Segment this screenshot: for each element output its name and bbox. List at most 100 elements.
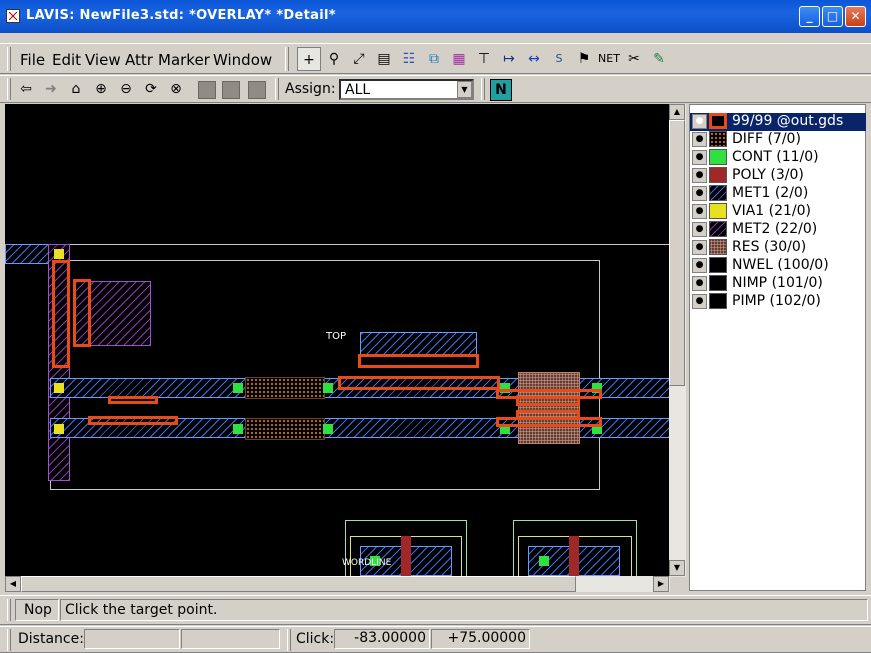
home-icon[interactable]: ⌂ xyxy=(64,77,88,101)
nav-toolbar-row: ⇦ ➜ ⌂ ⊕ ⊖ ⟳ ⊗ Assign: ALL ▼ N xyxy=(0,75,871,103)
menu-edit[interactable]: Edit xyxy=(52,51,81,69)
menu-attr[interactable]: Attr xyxy=(125,51,153,69)
diff-region-upper xyxy=(245,377,325,399)
layer-view-1-icon[interactable] xyxy=(198,81,216,99)
menu-file[interactable]: File xyxy=(20,51,45,69)
visibility-toggle-icon[interactable]: ● xyxy=(692,132,707,147)
toolbar-grip xyxy=(285,47,289,71)
layer-label: DIFF (7/0) xyxy=(732,131,801,147)
scroll-down-icon[interactable]: ▼ xyxy=(669,560,685,576)
layer-label: RES (30/0) xyxy=(732,239,807,255)
layer-label: NWEL (100/0) xyxy=(732,257,829,273)
layer-row[interactable]: ● 99/99 @out.gds xyxy=(690,113,866,131)
property-tool-icon[interactable]: ▦ xyxy=(447,47,471,71)
menu-view[interactable]: View xyxy=(85,51,121,69)
snap-tool-icon[interactable]: S xyxy=(547,47,571,71)
probe-tool-icon[interactable]: ⊤ xyxy=(472,47,496,71)
copy-tool-icon[interactable]: ⧉ xyxy=(422,47,446,71)
distance-label: Distance: xyxy=(18,631,84,647)
visibility-toggle-icon[interactable]: ● xyxy=(692,168,707,183)
zoom-tool-icon[interactable]: ⚲ xyxy=(322,47,346,71)
layer-row[interactable]: ● MET1 (2/0) xyxy=(690,185,866,203)
layer-label: POLY (3/0) xyxy=(732,167,804,183)
contact xyxy=(323,383,333,393)
layer-view-2-icon[interactable] xyxy=(222,81,240,99)
click-y-value: +75.00000 xyxy=(431,629,530,649)
flag-tool-icon[interactable]: ⚑ xyxy=(572,47,596,71)
zoom-in-icon[interactable]: ⊕ xyxy=(89,77,113,101)
visibility-toggle-icon[interactable]: ● xyxy=(692,222,707,237)
horizontal-scrollbar[interactable]: ◀ ▶ xyxy=(5,576,670,592)
layer-row[interactable]: ● VIA1 (21/0) xyxy=(690,203,866,221)
scroll-up-icon[interactable]: ▲ xyxy=(669,104,685,120)
chevron-down-icon[interactable]: ▼ xyxy=(457,81,472,98)
cut-tool-icon[interactable]: ✂ xyxy=(622,47,646,71)
visibility-toggle-icon[interactable]: ● xyxy=(692,186,707,201)
visibility-toggle-icon[interactable]: ● xyxy=(692,150,707,165)
menu-grip xyxy=(7,47,11,71)
nav-grip xyxy=(7,78,11,100)
menu-marker[interactable]: Marker xyxy=(158,51,210,69)
visibility-toggle-icon[interactable]: ● xyxy=(692,114,707,129)
layer-label: PIMP (102/0) xyxy=(732,293,821,309)
vertical-scrollbar[interactable]: ▲ ▼ xyxy=(669,104,686,577)
marker-shape xyxy=(516,396,580,406)
title-bar: LAVIS: NewFile3.std: *OVERLAY* *Detail* … xyxy=(0,0,871,33)
layer-row[interactable]: ● NWEL (100/0) xyxy=(690,257,866,275)
layer-label: NIMP (101/0) xyxy=(732,275,823,291)
assign-grip xyxy=(275,78,279,100)
marker-shape xyxy=(358,354,479,368)
layer-row[interactable]: ● POLY (3/0) xyxy=(690,167,866,185)
contact xyxy=(233,424,243,434)
layer-row[interactable]: ● MET2 (22/0) xyxy=(690,221,866,239)
layer-view-3-icon[interactable] xyxy=(248,81,266,99)
ruler-tool-icon[interactable]: ▤ xyxy=(372,47,396,71)
layer-row[interactable]: ● PIMP (102/0) xyxy=(690,293,866,311)
minimize-button[interactable]: _ xyxy=(799,6,820,27)
scroll-right-icon[interactable]: ▶ xyxy=(653,576,669,592)
layer-row[interactable]: ● NIMP (101/0) xyxy=(690,275,866,293)
visibility-toggle-icon[interactable]: ● xyxy=(692,276,707,291)
assign-select[interactable]: ALL ▼ xyxy=(339,79,474,100)
marker-shape xyxy=(496,417,602,427)
via1 xyxy=(54,424,64,434)
visibility-toggle-icon[interactable]: ● xyxy=(692,240,707,255)
pencil-tool-icon[interactable]: ✎ xyxy=(647,47,671,71)
measure-v-icon[interactable]: ↔ xyxy=(522,47,546,71)
visibility-toggle-icon[interactable]: ● xyxy=(692,204,707,219)
marker-shape xyxy=(88,416,178,425)
scroll-left-icon[interactable]: ◀ xyxy=(5,576,21,592)
crosshair-tool-icon[interactable]: + xyxy=(297,47,321,71)
layer-row[interactable]: ● CONT (11/0) xyxy=(690,149,866,167)
back-arrow-icon[interactable]: ⇦ xyxy=(14,77,38,101)
layer-row[interactable]: ● DIFF (7/0) xyxy=(690,131,866,149)
net-n-button[interactable]: N xyxy=(490,79,512,101)
visibility-toggle-icon[interactable]: ● xyxy=(692,294,707,309)
menu-window[interactable]: Window xyxy=(213,51,272,69)
refresh-icon[interactable]: ⟳ xyxy=(139,77,163,101)
res-region xyxy=(518,372,580,444)
vertical-scroll-thumb[interactable] xyxy=(669,120,685,386)
close-button[interactable]: ✕ xyxy=(845,6,866,27)
layout-canvas[interactable]: TOP WORDLINE xyxy=(5,104,670,577)
poly-gate xyxy=(401,536,411,577)
layer-row[interactable]: ● RES (30/0) xyxy=(690,239,866,257)
marker-shape xyxy=(73,279,91,347)
marker-shape xyxy=(338,376,500,390)
forward-arrow-icon[interactable]: ➜ xyxy=(39,77,63,101)
layer-panel: ● 99/99 @out.gds ● DIFF (7/0) ● CONT (11/0) ● P… xyxy=(689,104,866,591)
stop-icon[interactable]: ⊗ xyxy=(164,77,188,101)
measure-h-icon[interactable]: ↦ xyxy=(497,47,521,71)
visibility-toggle-icon[interactable]: ● xyxy=(692,258,707,273)
net-tool-icon[interactable]: NET xyxy=(597,47,621,71)
stretch-tool-icon[interactable]: ⤢ xyxy=(347,47,371,71)
layer-label: 99/99 @out.gds xyxy=(732,113,844,129)
select-area-icon[interactable]: ☷ xyxy=(397,47,421,71)
layer-swatch xyxy=(709,167,727,183)
layer-swatch xyxy=(709,185,727,201)
via1 xyxy=(54,383,64,393)
zoom-out-icon[interactable]: ⊖ xyxy=(114,77,138,101)
layer-label: MET2 (22/0) xyxy=(732,221,818,237)
maximize-button[interactable]: □ xyxy=(822,6,843,27)
horizontal-scroll-thumb[interactable] xyxy=(21,576,576,592)
